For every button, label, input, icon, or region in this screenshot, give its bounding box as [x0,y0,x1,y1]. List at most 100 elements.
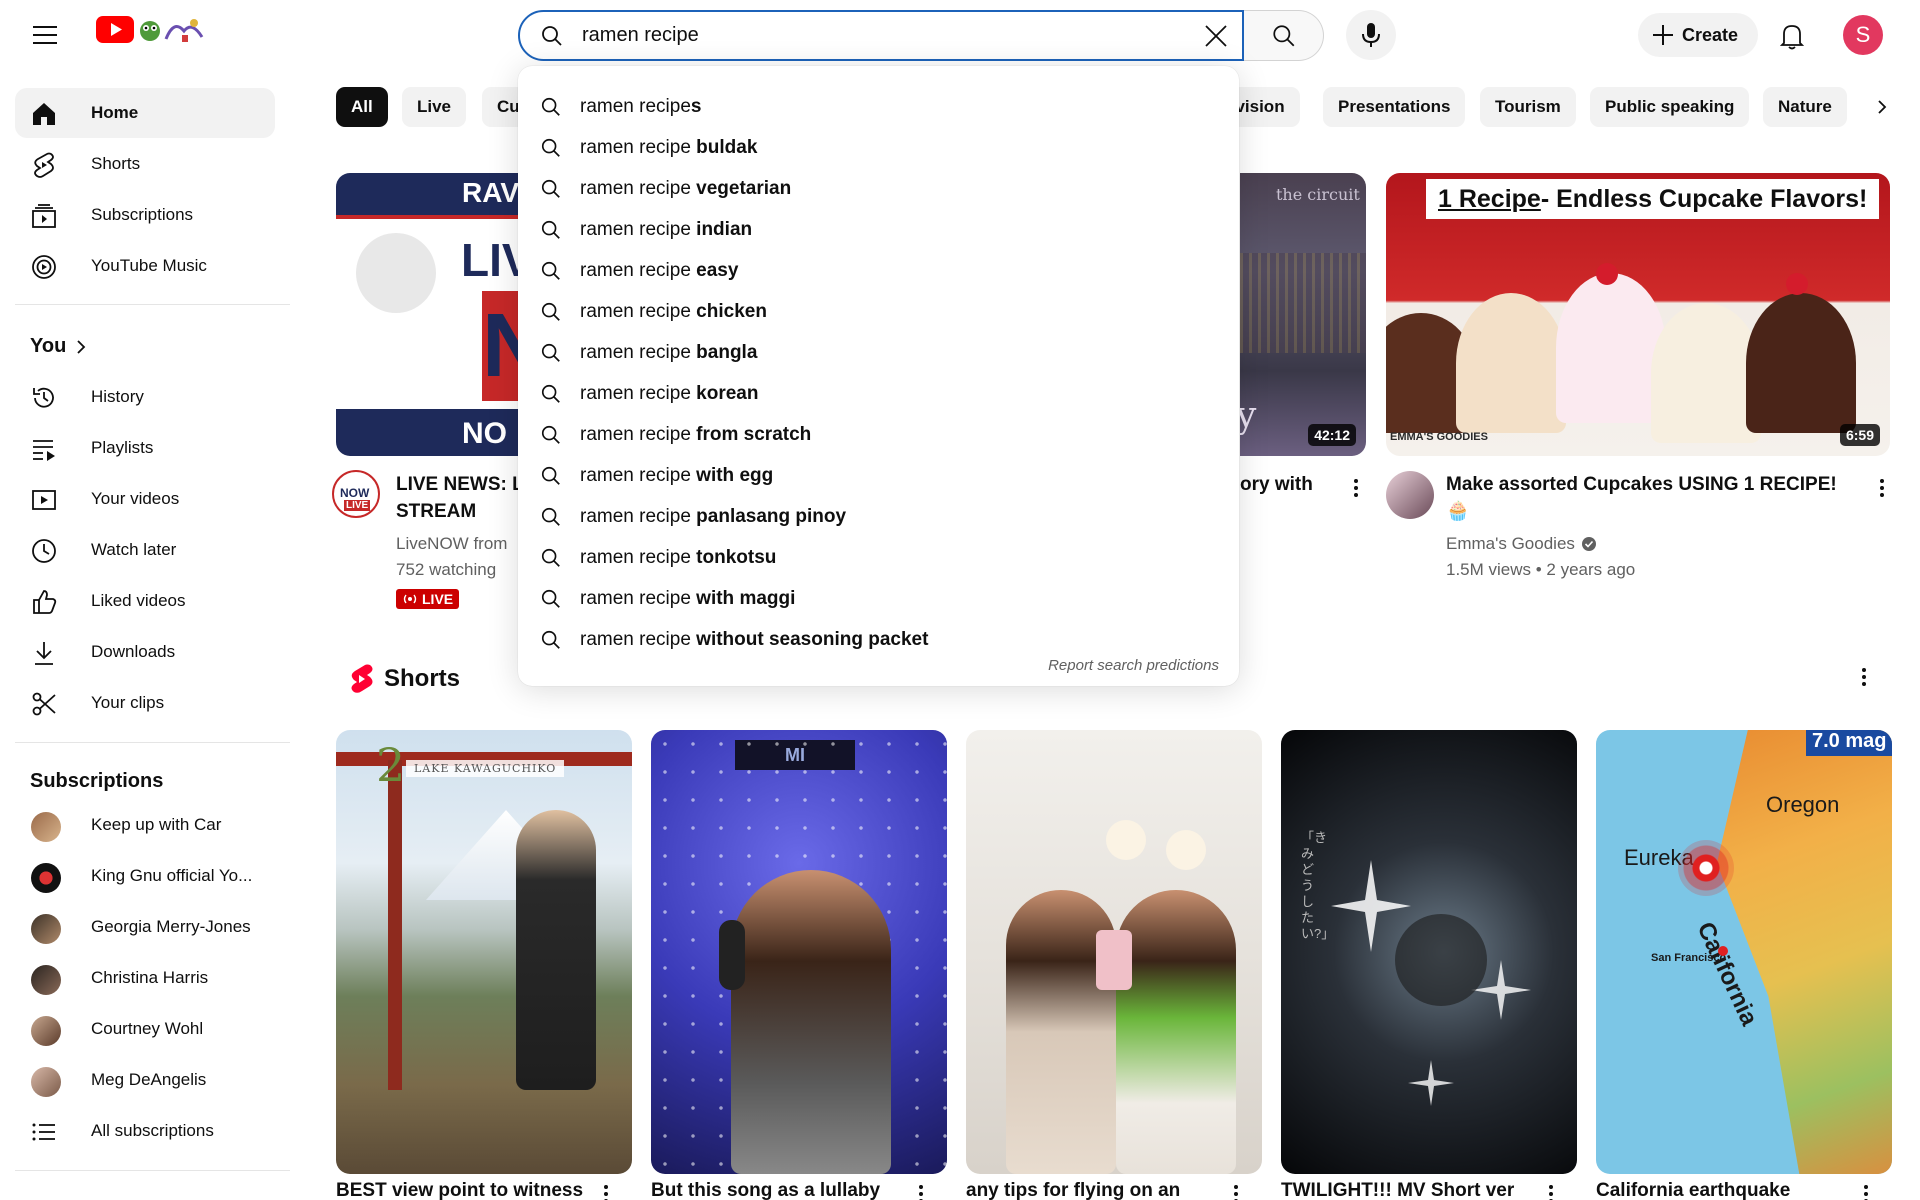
search-suggestion[interactable]: ramen recipe panlasang pinoy [518,496,1239,537]
sidebar-item-your-videos[interactable]: Your videos [15,474,275,524]
youtube-logo[interactable] [96,16,204,43]
channel-name: Emma's Goodies [1446,534,1575,553]
short-more-button[interactable] [1224,1182,1248,1200]
short-thumbnail[interactable]: MI [651,730,947,1174]
search-suggestion[interactable]: ramen recipe with maggi [518,578,1239,619]
channel-avatar[interactable] [1386,471,1434,519]
subscription-item[interactable]: Meg DeAngelis [15,1055,275,1105]
suggestion-text: ramen recipe from scratch [580,424,811,446]
short-title[interactable]: But this song as a lullaby [651,1180,911,1200]
sidebar-item-subscriptions[interactable]: Subscriptions [15,190,275,240]
sidebar-item-youtube-music[interactable]: YouTube Music [15,241,275,291]
subscription-item[interactable]: Christina Harris [15,953,275,1003]
video-thumbnail[interactable]: 1 Recipe - Endless Cupcake Flavors! EMMA… [1386,173,1890,456]
thumb-text: y [1240,395,1257,436]
create-label: Create [1682,24,1739,45]
shorts-more-button[interactable] [1852,665,1876,689]
subscription-label: Courtney Wohl [91,1019,204,1038]
suggestion-text: ramen recipe bangla [580,342,757,364]
video-channel[interactable]: LiveNOW from [396,531,507,557]
short-more-button[interactable] [1854,1182,1878,1200]
suggestion-text: ramen recipes [580,96,701,118]
search-icon [541,630,560,649]
sidebar-item-playlists[interactable]: Playlists [15,423,275,473]
channel-avatar [31,1016,61,1046]
video-more-button[interactable] [1870,476,1894,500]
sidebar-item-home[interactable]: Home [15,88,275,138]
sidebar-item-your-clips[interactable]: Your clips [15,678,275,728]
short-thumbnail[interactable]: 「きみどうしたい?」 [1281,730,1577,1174]
subscription-item[interactable]: King Gnu official Yo... [15,851,275,901]
video-title[interactable]: Make assorted Cupcakes USING 1 RECIPE! 🧁 [1446,471,1866,525]
history-icon [33,387,54,408]
video-channel[interactable]: Emma's Goodies [1446,531,1597,557]
short-more-button[interactable] [594,1182,618,1200]
chip-public-speaking[interactable]: Public speaking [1590,87,1750,127]
search-button[interactable] [1244,10,1324,61]
search-suggestion[interactable]: ramen recipe buldak [518,127,1239,168]
search-suggestion[interactable]: ramen recipe bangla [518,332,1239,373]
subscription-item[interactable]: Georgia Merry-Jones [15,902,275,952]
search-suggestion[interactable]: ramen recipe with egg [518,455,1239,496]
chip-nature[interactable]: Nature [1763,87,1847,127]
sidebar-item-liked-videos[interactable]: Liked videos [15,576,275,626]
short-thumbnail[interactable] [966,730,1262,1174]
suggestion-prefix: ramen recipe [580,259,691,281]
chip-presentations[interactable]: Presentations [1323,87,1466,127]
search-suggestion[interactable]: ramen recipe chicken [518,291,1239,332]
suggestion-text: ramen recipe chicken [580,301,767,323]
shorts-logo-icon [351,664,373,693]
search-suggestion[interactable]: ramen recipe from scratch [518,414,1239,455]
sidebar-item-shorts[interactable]: Shorts [15,139,275,189]
sidebar-item-watch-later[interactable]: Watch later [15,525,275,575]
sidebar-item-all-subscriptions[interactable]: All subscriptions [15,1106,275,1156]
search-suggestion[interactable]: ramen recipe easy [518,250,1239,291]
video-title[interactable]: LIVE NEWS: L STREAM [396,471,524,525]
search-input[interactable] [582,24,1194,47]
short-thumbnail[interactable]: 7.0 mag Oregon Eureka California San Fra… [1596,730,1892,1174]
chip-live[interactable]: Live [402,87,467,127]
short-more-button[interactable] [1539,1182,1563,1200]
voice-search-button[interactable] [1346,10,1396,60]
chips-next-button[interactable] [1862,87,1902,127]
shorts-shelf-heading: Shorts [350,664,460,694]
sidebar: Home Shorts Subscriptions YouTube Music … [0,70,300,1200]
short-title[interactable]: any tips for flying on an [966,1180,1226,1200]
short-title[interactable]: California earthquake [1596,1180,1856,1200]
subscription-item[interactable]: Courtney Wohl [15,1004,275,1054]
sidebar-you-heading[interactable]: You [30,335,86,358]
search-suggestion[interactable]: ramen recipe indian [518,209,1239,250]
short-more-button[interactable] [909,1182,933,1200]
channel-avatar [31,812,61,842]
chip-tourism[interactable]: Tourism [1480,87,1576,127]
clear-search-button[interactable] [1194,14,1238,58]
video-thumbnail[interactable]: RAV LIV N NO [336,173,526,456]
youtube-logo-icon [96,16,134,43]
short-title[interactable]: TWILIGHT!!! MV Short ver [1281,1180,1541,1200]
chip-all[interactable]: All [336,87,388,127]
video-title[interactable]: ory with [1240,471,1313,498]
search-suggestion[interactable]: ramen recipe without seasoning packet [518,619,1239,660]
search-suggestion[interactable]: ramen recipe korean [518,373,1239,414]
channel-avatar[interactable]: NOW LIVE [332,470,380,518]
video-thumbnail[interactable]: the circuit y 42:12 [1240,173,1366,456]
create-button[interactable]: Create [1638,13,1759,57]
thumb-banner-text: - Endless Cupcake Flavors! [1540,184,1868,213]
short-title[interactable]: BEST view point to witness [336,1180,596,1200]
video-more-button[interactable] [1344,476,1368,500]
short-thumbnail[interactable]: 2 LAKE KAWAGUCHIKO [336,730,632,1174]
suggestion-prefix: ramen recipe [580,218,691,240]
top-bar: Create S [0,0,1920,70]
notifications-button[interactable] [1770,14,1814,58]
epicenter-marker [1678,840,1734,896]
search-suggestion[interactable]: ramen recipes [518,86,1239,127]
map-label: San Francisco [1651,952,1727,964]
subscription-item[interactable]: Keep up with Car [15,800,275,850]
sidebar-item-downloads[interactable]: Downloads [15,627,275,677]
search-suggestion[interactable]: ramen recipe vegetarian [518,168,1239,209]
search-suggestion[interactable]: ramen recipe tonkotsu [518,537,1239,578]
account-avatar[interactable]: S [1843,15,1883,55]
sidebar-item-history[interactable]: History [15,372,275,422]
hamburger-menu-button[interactable] [22,15,70,55]
sidebar-divider [15,1170,290,1171]
